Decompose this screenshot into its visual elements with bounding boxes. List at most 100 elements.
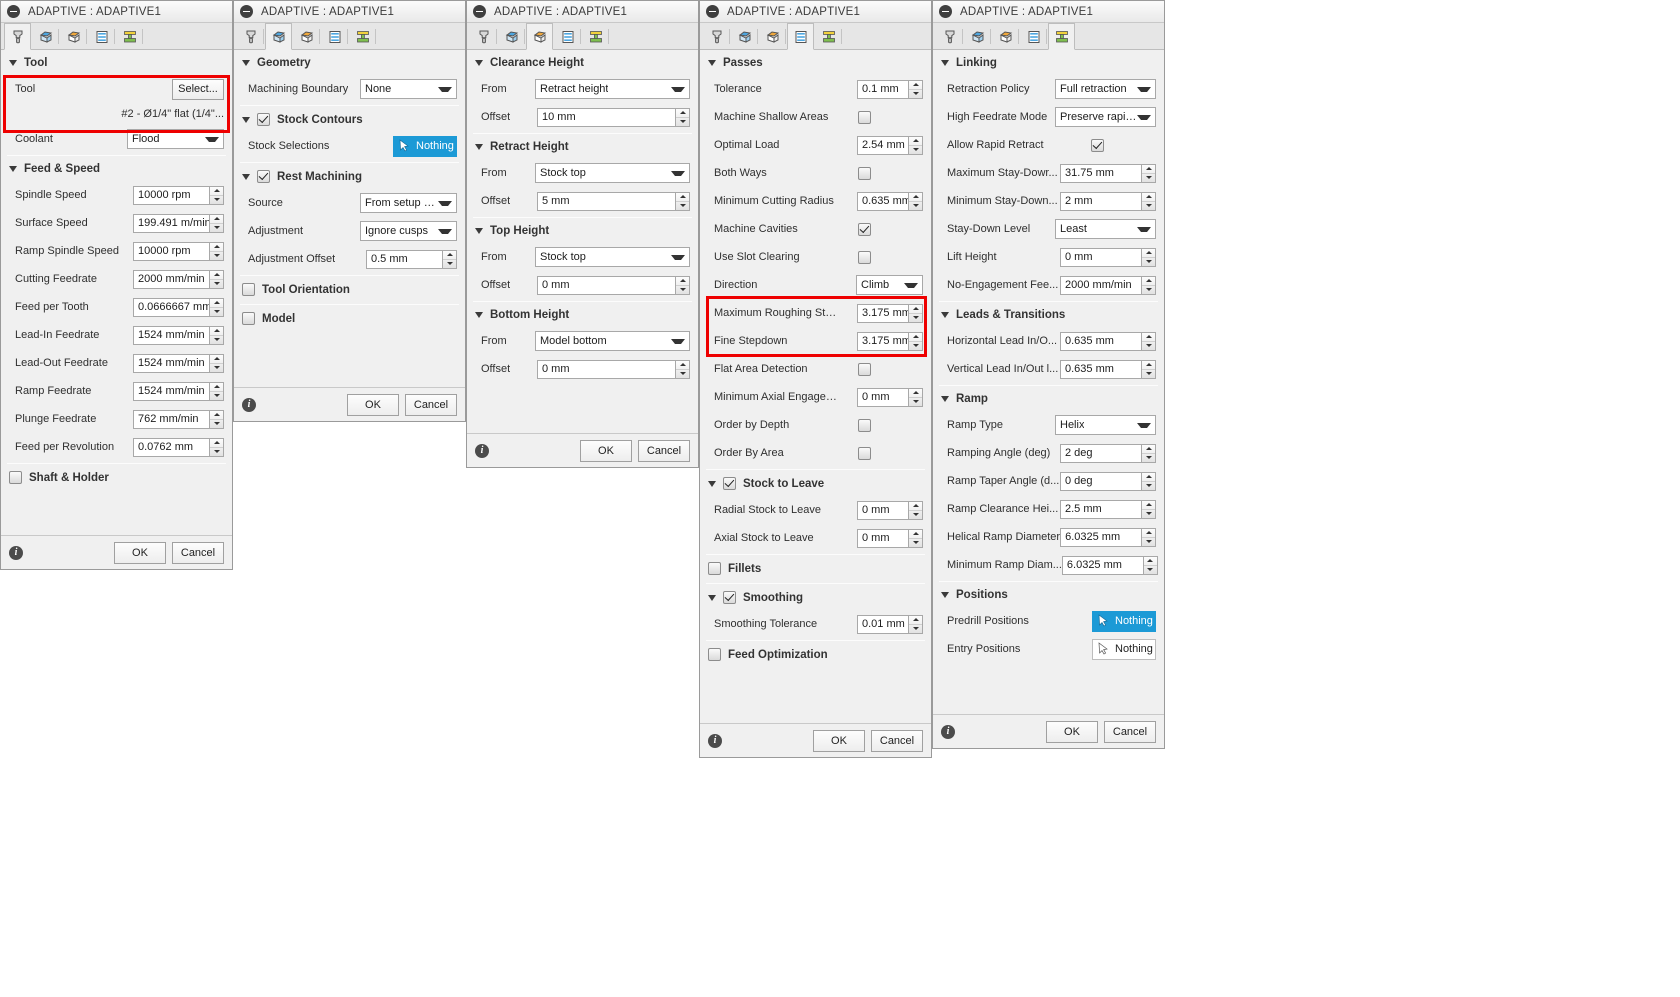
tab-passes[interactable] bbox=[1020, 23, 1047, 49]
radial-stock-to-leave-input-stepper[interactable] bbox=[909, 500, 923, 520]
bottom-height-from-select[interactable]: Model bottom bbox=[535, 331, 690, 351]
axial-stock-to-leave-input-stepper[interactable] bbox=[909, 528, 923, 548]
plunge-feedrate-input[interactable]: 762 mm/min bbox=[133, 409, 210, 429]
machining-boundary-select[interactable]: None bbox=[360, 79, 457, 99]
top-height-from-select[interactable]: Stock top bbox=[535, 247, 690, 267]
spindle-speed-input-stepper[interactable] bbox=[210, 185, 224, 205]
tab-geometry[interactable] bbox=[731, 23, 758, 49]
collapse-icon[interactable] bbox=[706, 5, 719, 18]
bottom-height-offset-input-stepper[interactable] bbox=[676, 359, 690, 379]
group-header-tool-orientation[interactable]: Tool Orientation bbox=[234, 276, 465, 302]
ramping-angle-deg-input[interactable]: 2 deg bbox=[1060, 443, 1142, 463]
feed-per-revolution-input[interactable]: 0.0762 mm bbox=[133, 437, 210, 457]
clearance-height-offset-input-stepper[interactable] bbox=[676, 107, 690, 127]
lead-in-feedrate-input-stepper[interactable] bbox=[210, 325, 224, 345]
order-by-area-checkbox[interactable] bbox=[858, 446, 871, 460]
tolerance-input-stepper[interactable] bbox=[909, 79, 923, 99]
group-header-bottom-height[interactable]: Bottom Height bbox=[467, 302, 698, 327]
high-feedrate-mode-select[interactable]: Preserve rapid r... bbox=[1055, 107, 1156, 127]
smoothing-checkbox[interactable] bbox=[723, 591, 736, 604]
titlebar[interactable]: ADAPTIVE : ADAPTIVE1 bbox=[234, 1, 465, 23]
minimum-stay-down-input-stepper[interactable] bbox=[1142, 191, 1156, 211]
maximum-roughing-stepdov-input-stepper[interactable] bbox=[909, 303, 923, 323]
info-icon[interactable]: i bbox=[708, 733, 722, 748]
feed-per-tooth-input[interactable]: 0.0666667 mm bbox=[133, 297, 210, 317]
ok-button[interactable]: OK bbox=[347, 393, 399, 416]
group-header-stock-to-leave[interactable]: Stock to Leave bbox=[700, 470, 931, 496]
clearance-height-offset-input[interactable]: 10 mm bbox=[537, 107, 676, 127]
stay-down-level-select[interactable]: Least bbox=[1055, 219, 1156, 239]
helical-ramp-diameter-input-stepper[interactable] bbox=[1142, 527, 1157, 547]
tab-passes[interactable] bbox=[787, 23, 814, 50]
stock-selections-button[interactable]: Nothing bbox=[393, 135, 457, 157]
optimal-load-input[interactable]: 2.54 mm bbox=[857, 135, 909, 155]
adjustment-offset-input[interactable]: 0.5 mm bbox=[366, 249, 443, 269]
both-ways-checkbox[interactable] bbox=[858, 166, 871, 180]
info-icon[interactable]: i bbox=[242, 397, 256, 412]
cancel-button[interactable]: Cancel bbox=[172, 541, 224, 564]
machine-shallow-areas-checkbox[interactable] bbox=[858, 110, 871, 124]
group-header-fillets[interactable]: Fillets bbox=[700, 555, 931, 581]
entry-positions-button[interactable]: Nothing bbox=[1092, 638, 1156, 660]
stock-to-leave-checkbox[interactable] bbox=[723, 477, 736, 490]
adjustment-select[interactable]: Ignore cusps bbox=[360, 221, 457, 241]
info-icon[interactable]: i bbox=[941, 724, 955, 739]
ramp-feedrate-input[interactable]: 1524 mm/min bbox=[133, 381, 210, 401]
tab-tool[interactable] bbox=[470, 23, 497, 49]
group-header-positions[interactable]: Positions bbox=[933, 582, 1164, 607]
titlebar[interactable]: ADAPTIVE : ADAPTIVE1 bbox=[467, 1, 698, 23]
cancel-button[interactable]: Cancel bbox=[405, 393, 457, 416]
tab-tool[interactable] bbox=[4, 23, 31, 50]
collapse-icon[interactable] bbox=[473, 5, 486, 18]
ramp-spindle-speed-input-stepper[interactable] bbox=[210, 241, 224, 261]
tab-passes[interactable] bbox=[321, 23, 348, 49]
ramp-clearance-hei-input-stepper[interactable] bbox=[1142, 499, 1156, 519]
minimum-axial-engagement-input-stepper[interactable] bbox=[909, 387, 923, 407]
group-header-top-height[interactable]: Top Height bbox=[467, 218, 698, 243]
group-header-shaft-holder[interactable]: Shaft & Holder bbox=[1, 464, 232, 490]
lead-in-feedrate-input[interactable]: 1524 mm/min bbox=[133, 325, 210, 345]
retract-height-offset-input[interactable]: 5 mm bbox=[537, 191, 676, 211]
helical-ramp-diameter-input[interactable]: 6.0325 mm bbox=[1060, 527, 1143, 547]
minimum-stay-down-input[interactable]: 2 mm bbox=[1060, 191, 1142, 211]
feed-per-revolution-input-stepper[interactable] bbox=[210, 437, 224, 457]
feed-per-tooth-input-stepper[interactable] bbox=[210, 297, 224, 317]
machine-cavities-checkbox[interactable] bbox=[858, 222, 871, 236]
minimum-axial-engagement-input[interactable]: 0 mm bbox=[857, 387, 909, 407]
ramping-angle-deg-input-stepper[interactable] bbox=[1142, 443, 1156, 463]
tool-select-button[interactable]: Select... bbox=[172, 78, 224, 100]
vertical-lead-in-out-l-input-stepper[interactable] bbox=[1142, 359, 1156, 379]
cancel-button[interactable]: Cancel bbox=[871, 729, 923, 752]
cutting-feedrate-input[interactable]: 2000 mm/min bbox=[133, 269, 210, 289]
stock-contours-checkbox[interactable] bbox=[257, 113, 270, 126]
ramp-type-select[interactable]: Helix bbox=[1055, 415, 1156, 435]
horizontal-lead-in-o-input[interactable]: 0.635 mm bbox=[1060, 331, 1142, 351]
adjustment-offset-input-stepper[interactable] bbox=[443, 249, 457, 269]
group-header-model[interactable]: Model bbox=[234, 305, 465, 331]
plunge-feedrate-input-stepper[interactable] bbox=[210, 409, 224, 429]
group-header-leads-transitions[interactable]: Leads & Transitions bbox=[933, 302, 1164, 327]
tab-tool[interactable] bbox=[936, 23, 963, 49]
tab-heights[interactable] bbox=[526, 23, 553, 50]
group-header-smoothing[interactable]: Smoothing bbox=[700, 584, 931, 610]
group-header-clearance-height[interactable]: Clearance Height bbox=[467, 50, 698, 75]
group-header-stock-contours[interactable]: Stock Contours bbox=[234, 106, 465, 132]
lead-out-feedrate-input[interactable]: 1524 mm/min bbox=[133, 353, 210, 373]
direction-select[interactable]: Climb bbox=[856, 275, 923, 295]
group-header-rest-machining[interactable]: Rest Machining bbox=[234, 163, 465, 189]
cancel-button[interactable]: Cancel bbox=[1104, 720, 1156, 743]
group-header-feed-optimization[interactable]: Feed Optimization bbox=[700, 641, 931, 667]
use-slot-clearing-checkbox[interactable] bbox=[858, 250, 871, 264]
fillets-checkbox[interactable] bbox=[708, 562, 721, 575]
bottom-height-offset-input[interactable]: 0 mm bbox=[537, 359, 676, 379]
coolant-select[interactable]: Flood bbox=[127, 129, 224, 149]
minimum-ramp-diam-input[interactable]: 6.0325 mm bbox=[1061, 555, 1144, 575]
tab-geometry[interactable] bbox=[265, 23, 292, 50]
titlebar[interactable]: ADAPTIVE : ADAPTIVE1 bbox=[700, 1, 931, 23]
top-height-offset-input-stepper[interactable] bbox=[676, 275, 690, 295]
group-header-passes[interactable]: Passes bbox=[700, 50, 931, 75]
tab-heights[interactable] bbox=[992, 23, 1019, 49]
cancel-button[interactable]: Cancel bbox=[638, 439, 690, 462]
tab-passes[interactable] bbox=[554, 23, 581, 49]
axial-stock-to-leave-input[interactable]: 0 mm bbox=[857, 528, 909, 548]
